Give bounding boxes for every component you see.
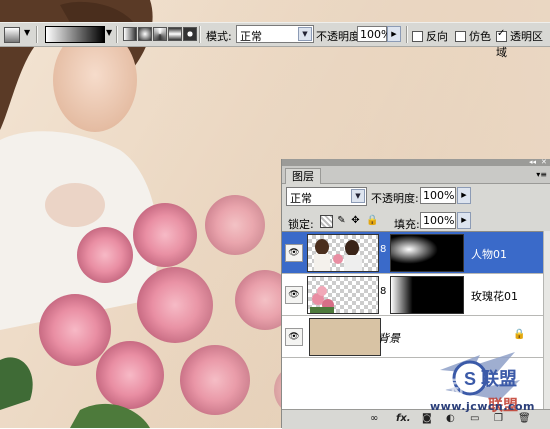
transparency-checkbox-box[interactable] xyxy=(496,28,507,42)
layer-name[interactable]: 背景 xyxy=(378,330,400,346)
separator xyxy=(36,26,38,43)
watermark-site: www.jcwcn.com xyxy=(430,400,535,413)
gradient-picker-caret-icon[interactable]: ▼ xyxy=(106,28,112,37)
close-icon[interactable]: ✕ xyxy=(541,159,547,166)
collapse-icon[interactable]: ◂◂ xyxy=(529,159,536,166)
logo-s: S 联盟 xyxy=(464,369,517,389)
diamond-gradient-icon[interactable] xyxy=(183,27,197,41)
layer-mask-thumbnail[interactable] xyxy=(390,276,464,314)
eye-icon[interactable]: 👁 xyxy=(285,328,303,346)
lock-transparent-icon[interactable] xyxy=(320,215,333,228)
gradient-tool-icon[interactable] xyxy=(4,27,20,43)
lock-label: 锁定: xyxy=(288,218,314,231)
fx-icon[interactable]: fx. xyxy=(396,413,411,424)
chevron-down-icon: ▼ xyxy=(351,189,365,203)
blend-mode-value: 正常 xyxy=(290,192,312,205)
link-icon[interactable]: 8 xyxy=(380,244,386,255)
link-layers-icon[interactable]: ∞ xyxy=(370,413,378,424)
options-bar: ▼ ▼ 模式: 正常 ▼ 不透明度: 100% ▶ 反向 仿色 透明区域 xyxy=(0,22,550,59)
dither-checkbox[interactable]: 仿色 xyxy=(455,28,491,44)
reverse-label: 反向 xyxy=(426,30,448,43)
layer-opacity-label: 不透明度: xyxy=(371,192,419,205)
eye-icon[interactable]: 👁 xyxy=(285,286,303,304)
transparency-checkbox[interactable]: 透明区域 xyxy=(496,28,550,60)
gradient-picker[interactable] xyxy=(45,26,105,43)
panel-titlebar[interactable]: ◂◂ ✕ xyxy=(282,159,550,166)
mode-value: 正常 xyxy=(240,30,262,43)
dither-label: 仿色 xyxy=(469,30,491,43)
reverse-checkbox-box[interactable] xyxy=(412,30,423,42)
fill-value: 100% xyxy=(423,214,455,227)
layer-opacity-input[interactable]: 100% xyxy=(420,187,456,204)
dither-checkbox-box[interactable] xyxy=(455,30,466,42)
opacity-input[interactable]: 100% xyxy=(357,26,391,42)
layer-row-person[interactable]: 👁 8 人物01 xyxy=(282,232,544,274)
layer-mask-thumbnail[interactable] xyxy=(390,234,464,272)
opacity-slider-arrow-icon[interactable]: ▶ xyxy=(387,26,401,42)
angle-gradient-icon[interactable] xyxy=(153,27,167,41)
eye-icon[interactable]: 👁 xyxy=(285,244,303,262)
layer-thumbnail[interactable] xyxy=(307,276,379,314)
tab-layers-label: 图层 xyxy=(292,170,314,183)
reflected-gradient-icon[interactable] xyxy=(168,27,182,41)
tool-preset-caret-icon[interactable]: ▼ xyxy=(24,28,30,37)
panel-tabrow: 图层 ▾≡ xyxy=(282,166,550,184)
layer-opacity-value: 100% xyxy=(423,189,455,202)
blend-mode-select[interactable]: 正常 ▼ xyxy=(286,187,367,206)
lock-paint-icon[interactable]: ✎ xyxy=(336,215,347,226)
linear-gradient-icon[interactable] xyxy=(123,27,137,41)
layer-thumbnail[interactable] xyxy=(309,318,381,356)
lock-all-icon[interactable]: 🔒 xyxy=(366,215,378,226)
chevron-down-icon: ▼ xyxy=(298,27,312,41)
fill-label: 填充: xyxy=(394,218,420,231)
mode-label: 模式: xyxy=(206,30,232,43)
fill-input[interactable]: 100% xyxy=(420,212,456,229)
layer-opacity-arrow-icon[interactable]: ▶ xyxy=(457,187,471,204)
lock-move-icon[interactable]: ✥ xyxy=(350,215,361,226)
radial-gradient-icon[interactable] xyxy=(138,27,152,41)
reverse-checkbox[interactable]: 反向 xyxy=(412,28,448,44)
layer-row-roses[interactable]: 👁 8 玫瑰花01 xyxy=(282,274,544,316)
layer-name[interactable]: 玫瑰花01 xyxy=(471,288,518,304)
tab-layers[interactable]: 图层 xyxy=(285,168,321,184)
layer-name[interactable]: 人物01 xyxy=(471,246,507,262)
layer-thumbnail[interactable] xyxy=(307,234,379,272)
separator xyxy=(406,26,408,43)
panel-menu-icon[interactable]: ▾≡ xyxy=(536,170,547,179)
separator xyxy=(199,26,201,43)
mode-select[interactable]: 正常 ▼ xyxy=(236,25,314,43)
link-icon[interactable]: 8 xyxy=(380,286,386,297)
separator xyxy=(116,26,118,43)
fill-arrow-icon[interactable]: ▶ xyxy=(457,212,471,229)
